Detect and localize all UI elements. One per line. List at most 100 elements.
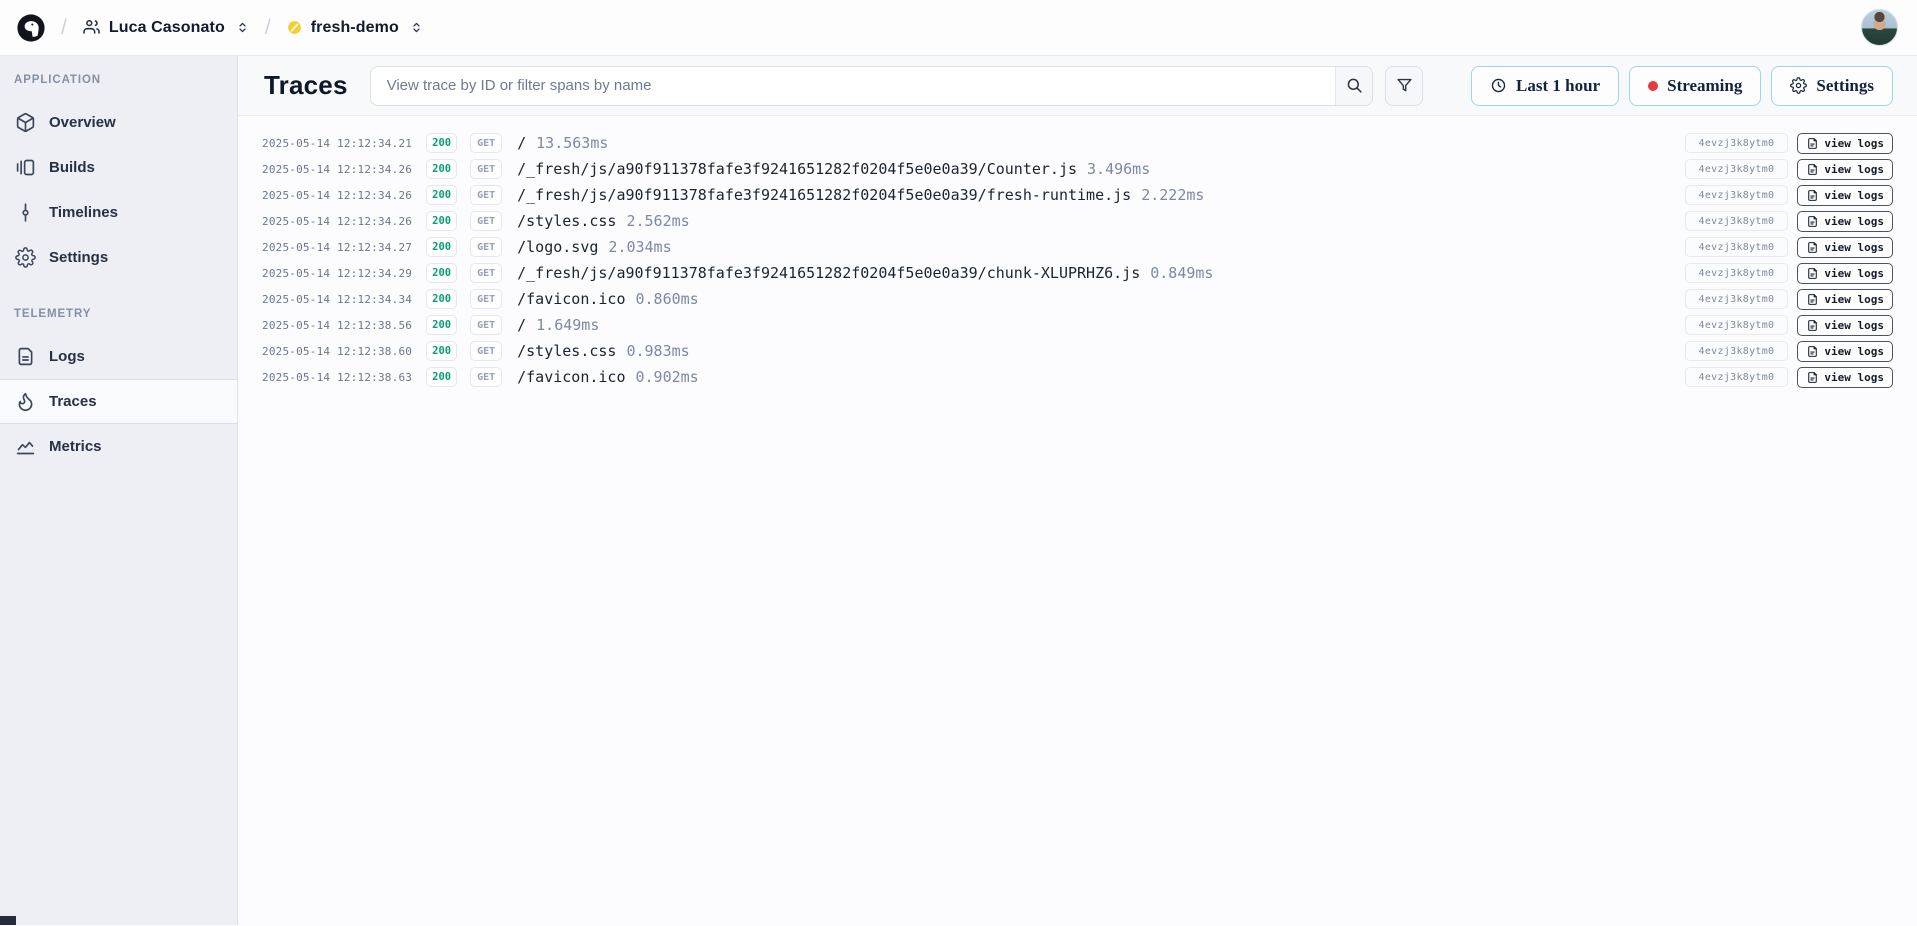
trace-duration: 0.860ms: [635, 290, 698, 308]
view-logs-button[interactable]: view logs: [1797, 263, 1893, 284]
trace-search-input[interactable]: [371, 67, 1335, 105]
trace-path: /_fresh/js/a90f911378fafe3f9241651282f02…: [517, 186, 1131, 204]
trace-row[interactable]: 2025-05-14 12:12:34.29 200 GET /_fresh/j…: [262, 260, 1893, 286]
trace-row[interactable]: 2025-05-14 12:12:34.26 200 GET /styles.c…: [262, 208, 1893, 234]
time-range-button[interactable]: Last 1 hour: [1471, 66, 1619, 106]
trace-settings-button[interactable]: Settings: [1771, 66, 1893, 106]
trace-timestamp: 2025-05-14 12:12:34.26: [262, 189, 412, 202]
org-name: Luca Casonato: [109, 19, 225, 37]
sidebar-item-label: Traces: [49, 393, 97, 410]
trace-settings-label: Settings: [1816, 76, 1874, 96]
trace-row[interactable]: 2025-05-14 12:12:38.63 200 GET /favicon.…: [262, 364, 1893, 390]
trace-row[interactable]: 2025-05-14 12:12:38.60 200 GET /styles.c…: [262, 338, 1893, 364]
trace-row[interactable]: 2025-05-14 12:12:34.27 200 GET /logo.svg…: [262, 234, 1893, 260]
sidebar-item-timelines[interactable]: Timelines: [0, 190, 237, 235]
page-title: Traces: [264, 70, 348, 101]
view-logs-button[interactable]: view logs: [1797, 159, 1893, 180]
status-badge: 200: [426, 315, 457, 335]
sidebar-item-metrics[interactable]: Metrics: [0, 424, 237, 469]
trace-path: /favicon.ico: [517, 368, 625, 386]
trace-id-badge: 4evzj3k8ytm0: [1685, 315, 1789, 335]
builds-icon: [15, 157, 36, 178]
status-badge: 200: [426, 211, 457, 231]
sidebar-item-label: Timelines: [49, 204, 118, 221]
file-text-icon: [1806, 215, 1819, 228]
trace-id-badge: 4evzj3k8ytm0: [1685, 185, 1789, 205]
method-badge: GET: [470, 289, 502, 309]
topbar: / Luca Casonato / fresh-demo: [0, 0, 1917, 56]
trace-row[interactable]: 2025-05-14 12:12:34.34 200 GET /favicon.…: [262, 286, 1893, 312]
sidebar-item-logs[interactable]: Logs: [0, 334, 237, 379]
sidebar-item-settings[interactable]: Settings: [0, 235, 237, 280]
view-logs-button[interactable]: view logs: [1797, 185, 1893, 206]
trace-row[interactable]: 2025-05-14 12:12:38.56 200 GET / 1.649ms…: [262, 312, 1893, 338]
project-name: fresh-demo: [311, 19, 399, 37]
clock-icon: [1490, 77, 1507, 94]
status-badge: 200: [426, 237, 457, 257]
file-text-icon: [1806, 163, 1819, 176]
sidebar-item-label: Overview: [49, 114, 116, 131]
file-text-icon: [1806, 293, 1819, 306]
view-logs-button[interactable]: view logs: [1797, 367, 1893, 388]
traces-header: Traces Last 1 hour: [238, 56, 1917, 116]
users-icon: [82, 18, 101, 37]
view-logs-button[interactable]: view logs: [1797, 237, 1893, 258]
chevron-updown-icon: [409, 20, 424, 35]
trace-search-group: [370, 66, 1373, 106]
file-text-icon: [1806, 241, 1819, 254]
deno-dino-icon: [16, 13, 46, 43]
sidebar-section-telemetry: TELEMETRY: [0, 302, 237, 326]
view-logs-label: view logs: [1824, 163, 1884, 176]
trace-path: /_fresh/js/a90f911378fafe3f9241651282f02…: [517, 160, 1077, 178]
method-badge: GET: [470, 263, 502, 283]
sidebar-item-builds[interactable]: Builds: [0, 145, 237, 190]
streaming-button[interactable]: Streaming: [1629, 66, 1761, 106]
method-badge: GET: [470, 341, 502, 361]
status-badge: 200: [426, 289, 457, 309]
trace-id-badge: 4evzj3k8ytm0: [1685, 341, 1789, 361]
trace-row[interactable]: 2025-05-14 12:12:34.26 200 GET /_fresh/j…: [262, 182, 1893, 208]
filter-button[interactable]: [1385, 66, 1423, 106]
sidebar-section-application: APPLICATION: [0, 68, 237, 92]
corner-accent: [0, 916, 16, 925]
trace-duration: 2.034ms: [608, 238, 671, 256]
view-logs-label: view logs: [1824, 215, 1884, 228]
trace-row-right: 4evzj3k8ytm0 view logs: [1685, 367, 1893, 388]
file-text-icon: [1806, 371, 1819, 384]
trace-row-right: 4evzj3k8ytm0 view logs: [1685, 289, 1893, 310]
trace-row[interactable]: 2025-05-14 12:12:34.26 200 GET /_fresh/j…: [262, 156, 1893, 182]
file-text-icon: [1806, 345, 1819, 358]
sidebar-item-traces[interactable]: Traces: [0, 379, 237, 424]
breadcrumb-org[interactable]: Luca Casonato: [82, 18, 250, 37]
streaming-label: Streaming: [1667, 76, 1742, 96]
trace-row-right: 4evzj3k8ytm0 view logs: [1685, 263, 1893, 284]
gear-icon: [1790, 77, 1807, 94]
view-logs-button[interactable]: view logs: [1797, 211, 1893, 232]
trace-duration: 1.649ms: [536, 316, 599, 334]
trace-timestamp: 2025-05-14 12:12:38.56: [262, 319, 412, 332]
file-text-icon: [1806, 189, 1819, 202]
trace-duration: 0.849ms: [1150, 264, 1213, 282]
method-badge: GET: [470, 133, 502, 153]
search-button[interactable]: [1335, 67, 1372, 105]
method-badge: GET: [470, 237, 502, 257]
time-range-label: Last 1 hour: [1516, 76, 1600, 96]
trace-row[interactable]: 2025-05-14 12:12:34.21 200 GET / 13.563m…: [262, 130, 1893, 156]
trace-id-badge: 4evzj3k8ytm0: [1685, 289, 1789, 309]
trace-path: /styles.css: [517, 342, 616, 360]
trace-path: /logo.svg: [517, 238, 598, 256]
view-logs-button[interactable]: view logs: [1797, 289, 1893, 310]
view-logs-button[interactable]: view logs: [1797, 133, 1893, 154]
sidebar-item-label: Logs: [49, 348, 85, 365]
trace-timestamp: 2025-05-14 12:12:34.26: [262, 163, 412, 176]
sidebar-item-overview[interactable]: Overview: [0, 100, 237, 145]
gear-icon: [15, 247, 36, 268]
trace-id-badge: 4evzj3k8ytm0: [1685, 133, 1789, 153]
sidebar: APPLICATION Overview Builds Timelines: [0, 56, 238, 925]
user-avatar[interactable]: [1861, 9, 1898, 46]
breadcrumb-project[interactable]: fresh-demo: [286, 19, 424, 37]
method-badge: GET: [470, 315, 502, 335]
view-logs-button[interactable]: view logs: [1797, 341, 1893, 362]
deno-logo[interactable]: [16, 13, 46, 43]
view-logs-button[interactable]: view logs: [1797, 315, 1893, 336]
